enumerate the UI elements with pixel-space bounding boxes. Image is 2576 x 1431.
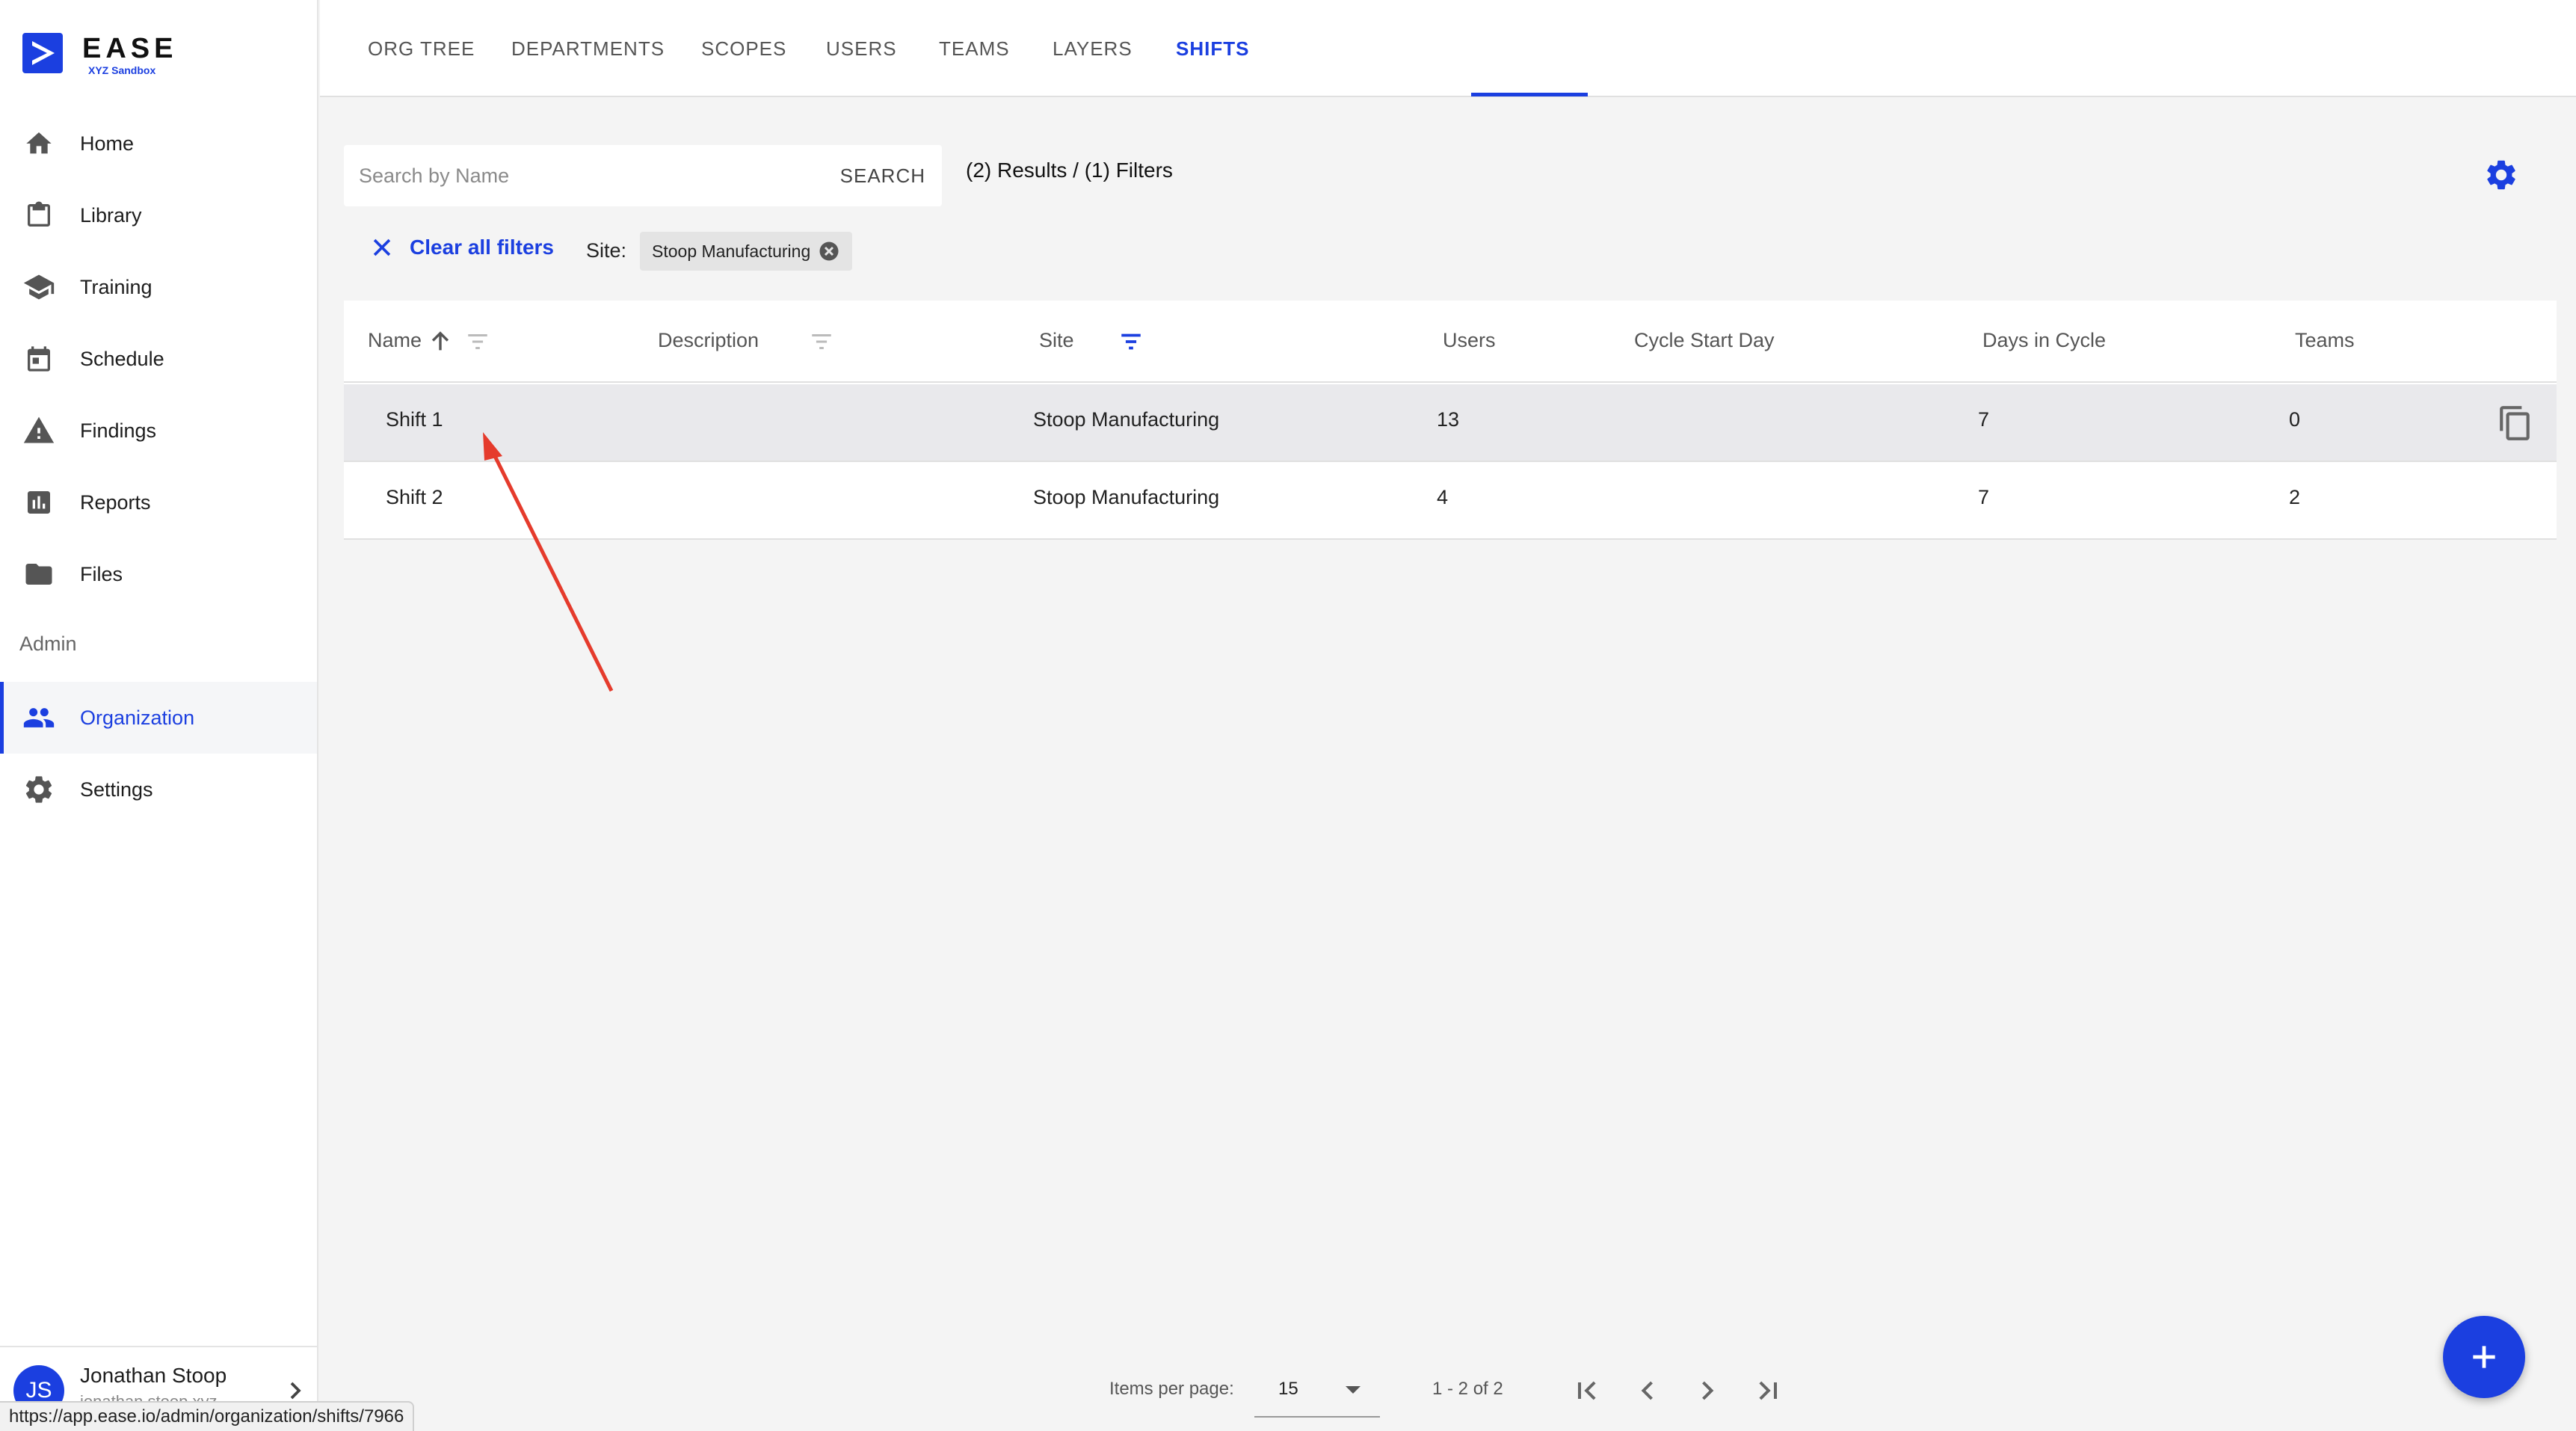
column-header-teams[interactable]: Teams xyxy=(2295,329,2355,352)
sidebar-item-label: Home xyxy=(80,132,135,155)
cell-name[interactable]: Shift 2 xyxy=(386,486,443,509)
app-logo[interactable]: EASE XYZ Sandbox xyxy=(22,33,177,76)
tab-users[interactable]: USERS xyxy=(826,0,897,97)
plus-icon xyxy=(2473,1346,2495,1368)
calendar-icon xyxy=(22,342,55,375)
logo-mark-icon xyxy=(22,33,63,73)
app-name: EASE xyxy=(82,33,178,64)
cell-site: Stoop Manufacturing xyxy=(1033,486,1220,508)
tab-teams[interactable]: TEAMS xyxy=(939,0,1010,97)
column-header-cycle-start-day[interactable]: Cycle Start Day xyxy=(1634,329,1775,352)
clipboard-icon xyxy=(22,199,55,232)
column-header-site[interactable]: Site xyxy=(1039,329,1074,352)
sidebar-item-library[interactable]: Library xyxy=(0,179,317,251)
sidebar-item-label: Files xyxy=(80,562,123,585)
cell-users: 4 xyxy=(1437,486,1449,508)
close-icon xyxy=(373,238,391,256)
gear-icon xyxy=(22,773,55,806)
sidebar: EASE XYZ Sandbox Home Library Training S… xyxy=(0,0,318,1431)
cell-name[interactable]: Shift 1 xyxy=(386,408,443,431)
cell-site: Stoop Manufacturing xyxy=(1033,408,1220,431)
copy-icon[interactable] xyxy=(2497,404,2534,443)
cell-days-in-cycle: 7 xyxy=(1978,408,1990,431)
sidebar-item-organization[interactable]: Organization xyxy=(0,682,317,754)
pagination-range: 1 - 2 of 2 xyxy=(1432,1379,1503,1399)
site-filter-label: Site: xyxy=(586,239,627,262)
filter-icon[interactable] xyxy=(807,329,836,354)
sidebar-item-label: Organization xyxy=(80,706,195,729)
items-per-page-value: 15 xyxy=(1278,1379,1298,1399)
search-input[interactable] xyxy=(359,160,777,191)
sidebar-item-findings[interactable]: Findings xyxy=(0,395,317,467)
sidebar-item-files[interactable]: Files xyxy=(0,538,317,610)
results-summary: (2) Results / (1) Filters xyxy=(966,159,1173,182)
sidebar-item-settings[interactable]: Settings xyxy=(0,754,317,825)
sidebar-item-label: Schedule xyxy=(80,347,164,370)
table-header: Name Description Site Users Cycle Start … xyxy=(344,301,2557,383)
cell-teams: 0 xyxy=(2289,408,2301,431)
site-filter-chip[interactable]: Stoop Manufacturing xyxy=(640,232,853,271)
sidebar-item-label: Findings xyxy=(80,419,157,442)
next-page-icon[interactable] xyxy=(1691,1374,1724,1407)
search-box: SEARCH xyxy=(344,145,942,206)
gear-icon[interactable] xyxy=(2483,157,2519,193)
cell-users: 13 xyxy=(1437,408,1460,431)
cell-days-in-cycle: 7 xyxy=(1978,486,1990,508)
tab-departments[interactable]: DEPARTMENTS xyxy=(511,0,665,97)
sidebar-item-label: Settings xyxy=(80,778,153,801)
annotation-arrow xyxy=(483,432,614,692)
bar-chart-icon xyxy=(22,486,55,519)
tab-scopes[interactable]: SCOPES xyxy=(701,0,786,97)
first-page-icon[interactable] xyxy=(1571,1374,1604,1407)
cell-teams: 2 xyxy=(2289,486,2301,508)
column-header-users[interactable]: Users xyxy=(1443,329,1496,352)
search-button[interactable]: SEARCH xyxy=(840,160,925,191)
previous-page-icon[interactable] xyxy=(1631,1374,1664,1407)
clear-all-filters-label: Clear all filters xyxy=(410,236,554,259)
active-tab-indicator xyxy=(1471,93,1588,96)
sidebar-item-label: Library xyxy=(80,203,142,227)
org-tabs: ORG TREE DEPARTMENTS SCOPES USERS TEAMS … xyxy=(320,0,2576,97)
people-icon xyxy=(22,701,55,734)
graduation-cap-icon xyxy=(22,271,55,304)
sidebar-item-home[interactable]: Home xyxy=(0,108,317,179)
column-header-days-in-cycle[interactable]: Days in Cycle xyxy=(1982,329,2106,352)
column-header-name[interactable]: Name xyxy=(368,329,422,352)
warning-icon xyxy=(22,414,55,447)
sidebar-item-label: Training xyxy=(80,275,152,298)
tab-org-tree[interactable]: ORG TREE xyxy=(368,0,475,97)
sort-ascending-icon[interactable] xyxy=(426,329,455,354)
sidebar-item-label: Reports xyxy=(80,490,151,514)
folder-icon xyxy=(22,558,55,591)
remove-chip-icon[interactable] xyxy=(818,240,840,262)
admin-section-label: Admin xyxy=(19,633,77,655)
filter-active-icon[interactable] xyxy=(1117,329,1145,354)
status-url-bar: https://app.ease.io/admin/organization/s… xyxy=(0,1401,415,1431)
filter-icon[interactable] xyxy=(463,329,492,354)
dropdown-arrow-icon xyxy=(1346,1386,1361,1394)
sidebar-item-reports[interactable]: Reports xyxy=(0,467,317,538)
tab-layers[interactable]: LAYERS xyxy=(1053,0,1133,97)
column-header-description[interactable]: Description xyxy=(658,329,759,352)
user-name: Jonathan Stoop xyxy=(80,1364,227,1387)
clear-all-filters-button[interactable]: Clear all filters xyxy=(369,235,554,260)
tab-shifts[interactable]: SHIFTS xyxy=(1176,0,1249,97)
shifts-table: Name Description Site Users Cycle Start … xyxy=(344,301,2557,540)
sidebar-item-schedule[interactable]: Schedule xyxy=(0,323,317,395)
chip-label: Stoop Manufacturing xyxy=(652,241,811,261)
items-per-page-label: Items per page: xyxy=(1109,1379,1234,1399)
table-row[interactable]: Shift 1 Stoop Manufacturing 13 7 0 xyxy=(344,384,2557,462)
sidebar-item-training[interactable]: Training xyxy=(0,251,317,323)
app-subtitle: XYZ Sandbox xyxy=(88,64,156,76)
home-icon xyxy=(22,127,55,160)
add-shift-button[interactable] xyxy=(2443,1316,2525,1398)
items-per-page-select[interactable]: 15 xyxy=(1254,1365,1380,1418)
last-page-icon[interactable] xyxy=(1751,1374,1784,1407)
table-row[interactable]: Shift 2 Stoop Manufacturing 4 7 2 xyxy=(344,462,2557,540)
